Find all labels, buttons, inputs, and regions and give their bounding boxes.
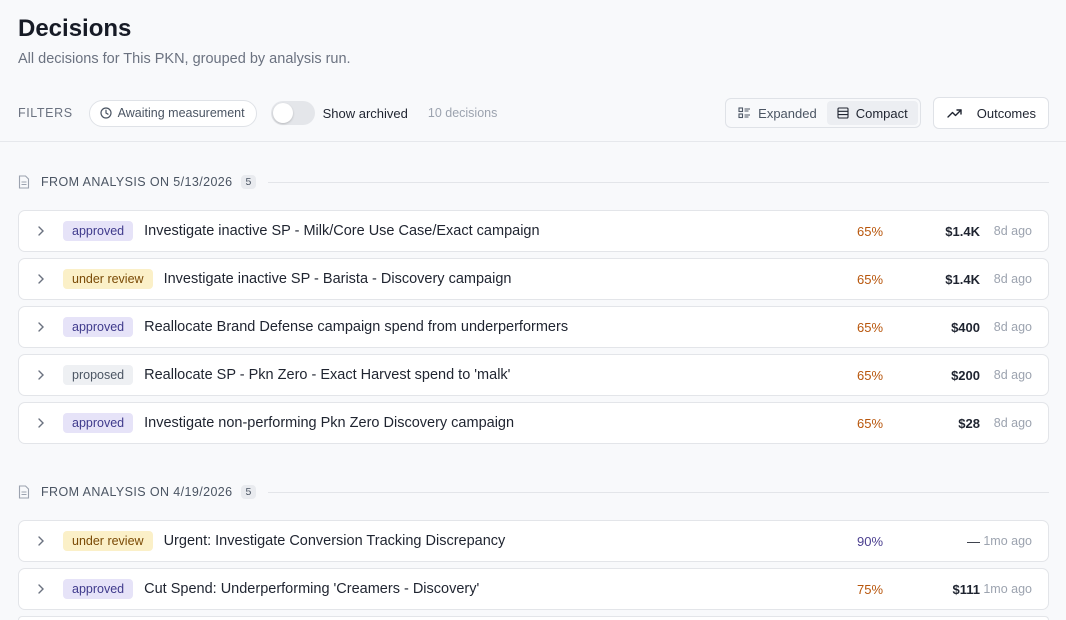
decision-row[interactable]: approved Reallocate Brand Defense campai… (18, 306, 1049, 348)
analysis-group-header: FROM ANALYSIS ON 4/19/2026 5 (18, 482, 1049, 502)
amount-value: $111 (952, 581, 981, 597)
chevron-right-icon[interactable] (19, 321, 63, 333)
list-details-icon (738, 107, 751, 119)
amount-value: $1.4K (945, 271, 980, 287)
chevron-right-icon[interactable] (19, 417, 63, 429)
awaiting-measurement-chip[interactable]: Awaiting measurement (88, 99, 257, 127)
decision-row[interactable]: proposed Reallocate SP - Pkn Zero - Exac… (18, 354, 1049, 396)
group-count: 5 (240, 175, 257, 189)
view-mode-switch: Expanded Compact (725, 98, 921, 128)
confidence-value: 65% (857, 319, 884, 335)
decision-row[interactable]: approved Investigate non-performing Pkn … (18, 402, 1049, 444)
time-ago: 8d ago (993, 272, 1032, 286)
expanded-view-label: Expanded (758, 105, 817, 121)
amount-value: — (967, 533, 980, 549)
time-ago: 8d ago (993, 368, 1032, 382)
group-count: 5 (240, 485, 257, 499)
expanded-view-button[interactable]: Expanded (728, 101, 827, 125)
compact-view-button[interactable]: Compact (826, 101, 918, 125)
decision-title: Reallocate Brand Defense campaign spend … (144, 319, 569, 335)
confidence-value: 90% (857, 533, 884, 549)
confidence-value: 65% (857, 223, 884, 239)
show-archived-toggle[interactable] (270, 101, 315, 125)
outcomes-label: Outcomes (976, 105, 1036, 121)
decision-title: Urgent: Investigate Conversion Tracking … (163, 533, 506, 549)
toggle-knob (272, 103, 293, 123)
show-archived-label: Show archived (322, 105, 408, 121)
confidence-value: 65% (857, 271, 884, 287)
chevron-right-icon[interactable] (19, 583, 63, 595)
chevron-right-icon[interactable] (19, 273, 63, 285)
decision-count: 10 decisions (427, 106, 498, 120)
confidence-value: 65% (857, 367, 884, 383)
group-title: FROM ANALYSIS ON 5/13/2026 (41, 175, 233, 189)
decision-title: Investigate non-performing Pkn Zero Disc… (144, 415, 515, 431)
time-ago: 8d ago (993, 224, 1032, 238)
time-ago: 8d ago (993, 320, 1032, 334)
group-title: FROM ANALYSIS ON 4/19/2026 (41, 485, 233, 499)
group-divider (268, 491, 1049, 493)
confidence-value: 75% (857, 581, 884, 597)
decision-title: Reallocate SP - Pkn Zero - Exact Harvest… (144, 367, 511, 383)
amount-value: $28 (958, 415, 980, 431)
decision-title: Cut Spend: Underperforming 'Creamers - D… (144, 581, 480, 597)
amount-value: $1.4K (945, 223, 980, 239)
status-badge: under review (63, 531, 153, 551)
amount-value: $400 (951, 319, 980, 335)
confidence-value: 65% (857, 415, 884, 431)
time-ago: 1mo ago (983, 534, 1032, 548)
compact-view-label: Compact (855, 105, 908, 121)
document-icon (18, 485, 30, 499)
decision-title: Investigate inactive SP - Milk/Core Use … (144, 223, 540, 239)
decision-row[interactable]: approved Investigate inactive SP - Milk/… (18, 210, 1049, 252)
outcomes-button[interactable]: Outcomes (932, 97, 1049, 129)
status-badge: approved (63, 579, 134, 599)
chevron-right-icon[interactable] (19, 535, 63, 547)
filter-bar: FILTERS Awaiting measurement Show archiv… (18, 97, 1049, 129)
group-divider (268, 181, 1049, 183)
analysis-group-header: FROM ANALYSIS ON 5/13/2026 5 (18, 172, 1049, 192)
filters-label: FILTERS (18, 106, 73, 120)
trending-up-icon (947, 109, 962, 118)
decision-title: Investigate inactive SP - Barista - Disc… (163, 271, 512, 287)
time-ago: 1mo ago (983, 582, 1032, 596)
status-badge: under review (63, 269, 153, 289)
decision-row[interactable]: under review Investigate inactive SP - B… (18, 258, 1049, 300)
page-subtitle: All decisions for This PKN, grouped by a… (18, 51, 351, 67)
page-title: Decisions (18, 15, 132, 42)
time-ago: 8d ago (993, 416, 1032, 430)
chevron-right-icon[interactable] (19, 369, 63, 381)
amount-value: $200 (951, 367, 980, 383)
decision-row[interactable]: approved Cut Spend: Underperforming 'Cre… (18, 568, 1049, 610)
clock-icon (100, 107, 112, 119)
decision-row[interactable]: under review Urgent: Investigate Convers… (18, 520, 1049, 562)
awaiting-measurement-label: Awaiting measurement (117, 106, 245, 120)
decision-row-partial (18, 616, 1049, 620)
status-badge: approved (63, 413, 134, 433)
rows-icon (837, 107, 849, 119)
chevron-right-icon[interactable] (19, 225, 63, 237)
document-icon (18, 175, 30, 189)
status-badge: approved (63, 221, 134, 241)
status-badge: proposed (63, 365, 134, 385)
status-badge: approved (63, 317, 134, 337)
